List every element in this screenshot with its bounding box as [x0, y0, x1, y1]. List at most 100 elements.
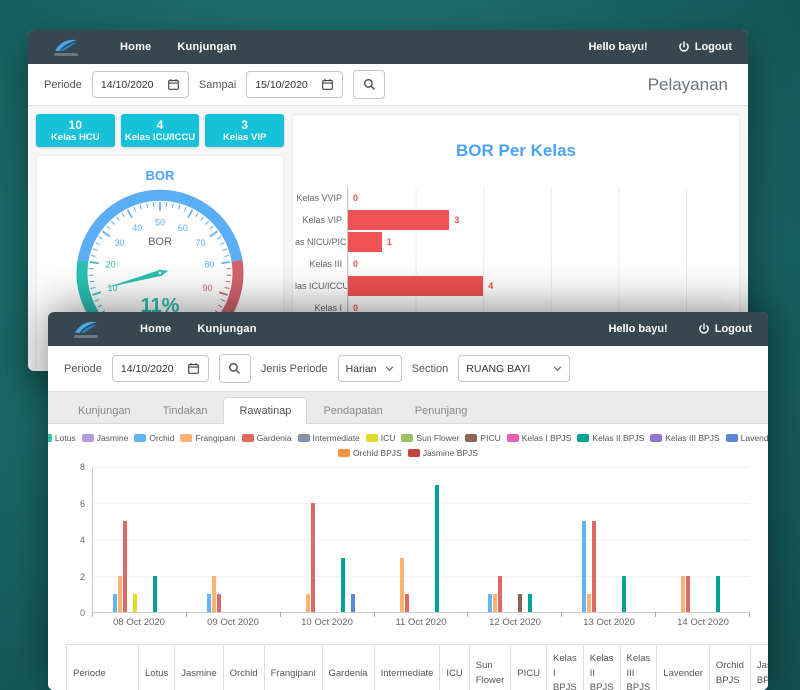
stat-card-kelas-icu-iccu[interactable]: 4Kelas ICU/ICCU	[121, 114, 200, 147]
legend-label: Kelas I BPJS	[522, 433, 572, 443]
navbar-right: Hello bayu! Logout	[588, 41, 732, 53]
legend-item-frangipani[interactable]: Frangipani	[180, 433, 235, 443]
nav-home[interactable]: Home	[120, 41, 151, 53]
legend-label: Lotus	[55, 433, 76, 443]
bar-track: 4	[347, 275, 687, 297]
legend-item-lotus[interactable]: Lotus	[48, 433, 76, 443]
sampai-date-input[interactable]	[255, 79, 315, 91]
rawatinap-table: PeriodeLotusJasmineOrchidFrangipaniGarde…	[66, 644, 768, 690]
legend-item-picu[interactable]: PICU	[465, 433, 500, 443]
y-tick-label: 0	[80, 608, 85, 618]
x-category-label: 08 Oct 2020	[92, 617, 186, 628]
bar-category-label: as NICU/PICU	[295, 237, 347, 247]
column-header-periode: Periode	[67, 645, 139, 690]
bar-value-label: 4	[488, 281, 493, 291]
bor-per-kelas-chart: Kelas VVIP0Kelas VIP3as NICU/PICU1Kelas …	[293, 187, 687, 319]
bar-category-label: Kelas III	[295, 259, 347, 269]
tab-rawatinap[interactable]: Rawatinap	[223, 397, 307, 424]
legend-item-kelas-iii-bpjs[interactable]: Kelas III BPJS	[650, 433, 719, 443]
tab-kunjungan[interactable]: Kunjungan	[62, 397, 147, 424]
logo-text	[74, 335, 98, 338]
bar-cluster	[666, 467, 740, 612]
nav-kunjungan[interactable]: Kunjungan	[197, 323, 256, 335]
nav-kunjungan[interactable]: Kunjungan	[177, 41, 236, 53]
bar-gardenia	[217, 594, 221, 612]
bar-value-label: 0	[353, 259, 358, 269]
stat-card-kelas-hcu[interactable]: 10Kelas HCU	[36, 114, 115, 147]
logout-label: Logout	[695, 41, 732, 53]
x-category-label: 14 Oct 2020	[656, 617, 750, 628]
legend-item-icu[interactable]: ICU	[366, 433, 396, 443]
bar-group-10-oct-2020	[281, 467, 375, 612]
bar-value-label: 0	[353, 193, 358, 203]
x-category-label: 11 Oct 2020	[374, 617, 468, 628]
legend-swatch	[401, 434, 413, 442]
stat-card-value: 4	[122, 118, 199, 132]
table-header-row: PeriodeLotusJasmineOrchidFrangipaniGarde…	[67, 645, 769, 690]
periode-date-input[interactable]	[101, 79, 161, 91]
tab-penunjang[interactable]: Penunjang	[399, 397, 484, 424]
legend-item-orchid[interactable]: Orchid	[134, 433, 174, 443]
stat-card-kelas-vip[interactable]: 3Kelas VIP	[205, 114, 284, 147]
jenis-periode-select[interactable]: Harian	[338, 355, 402, 382]
svg-text:BOR: BOR	[148, 236, 172, 248]
logout-button[interactable]: Logout	[678, 41, 732, 53]
app-logo[interactable]	[64, 321, 108, 338]
bar-icu	[133, 594, 137, 612]
logo-swoosh-icon	[73, 321, 99, 334]
column-header-lavender: Lavender	[657, 645, 710, 690]
svg-text:60: 60	[178, 223, 188, 233]
legend-label: Jasmine BPJS	[423, 448, 478, 458]
filter-toolbar: Periode Sampai Pelayanan	[28, 64, 748, 106]
tab-pendapatan[interactable]: Pendapatan	[307, 397, 398, 424]
periode-date-field[interactable]	[92, 71, 189, 98]
legend-item-gardenia[interactable]: Gardenia	[242, 433, 292, 443]
legend-swatch	[726, 434, 738, 442]
svg-text:40: 40	[132, 223, 142, 233]
bar-category-label: Kelas VVIP	[295, 193, 347, 203]
bar-frangipani	[681, 576, 685, 612]
legend-item-intermediate[interactable]: Intermediate	[298, 433, 360, 443]
legend-item-jasmine[interactable]: Jasmine	[82, 433, 129, 443]
legend-label: Gardenia	[257, 433, 292, 443]
legend-item-sun-flower[interactable]: Sun Flower	[401, 433, 459, 443]
legend-item-orchid-bpjs[interactable]: Orchid BPJS	[338, 448, 402, 458]
bar-orchid	[488, 594, 492, 612]
calendar-icon	[321, 78, 334, 91]
bar-kelas-ii-bpjs	[716, 576, 720, 612]
search-icon	[363, 78, 376, 91]
search-button[interactable]	[353, 70, 385, 99]
bar-frangipani	[118, 576, 122, 612]
svg-text:50: 50	[155, 217, 165, 227]
tab-tindakan[interactable]: Tindakan	[147, 397, 224, 424]
legend-item-jasmine-bpjs[interactable]: Jasmine BPJS	[408, 448, 478, 458]
column-header-orchid: Orchid	[223, 645, 264, 690]
section-select[interactable]: RUANG BAYI	[458, 355, 570, 382]
search-button[interactable]	[219, 354, 251, 383]
bar-frangipani	[587, 594, 591, 612]
nav-home[interactable]: Home	[140, 323, 171, 335]
periode-date-field[interactable]	[112, 355, 209, 382]
rawatinap-chart: 02468	[66, 467, 750, 613]
calendar-icon	[187, 362, 200, 375]
desktop: { "app": { "navbar": { "links": ["Home",…	[0, 0, 800, 690]
stat-card-label: Kelas HCU	[37, 132, 114, 143]
legend-label: PICU	[480, 433, 500, 443]
chart-legend: LotusJasmineOrchidFrangipaniGardeniaInte…	[66, 433, 750, 458]
rawatinap-window: Home Kunjungan Hello bayu! Logout Period…	[48, 312, 768, 690]
bar-value-label: 1	[387, 237, 392, 247]
legend-item-kelas-i-bpjs[interactable]: Kelas I BPJS	[507, 433, 572, 443]
bar-row-kelas-vvip: Kelas VVIP 0	[295, 187, 687, 209]
app-logo[interactable]	[44, 39, 88, 56]
sampai-date-field[interactable]	[246, 71, 343, 98]
periode-label: Periode	[64, 363, 102, 375]
bar-orchid	[582, 521, 586, 612]
logout-button[interactable]: Logout	[698, 323, 752, 335]
legend-label: ICU	[381, 433, 396, 443]
legend-item-kelas-ii-bpjs[interactable]: Kelas II BPJS	[577, 433, 644, 443]
bar-group-08-oct-2020	[93, 467, 187, 612]
calendar-icon	[167, 78, 180, 91]
legend-label: Jasmine	[97, 433, 129, 443]
periode-date-input[interactable]	[121, 363, 181, 375]
legend-item-lavender[interactable]: Lavender	[726, 433, 768, 443]
